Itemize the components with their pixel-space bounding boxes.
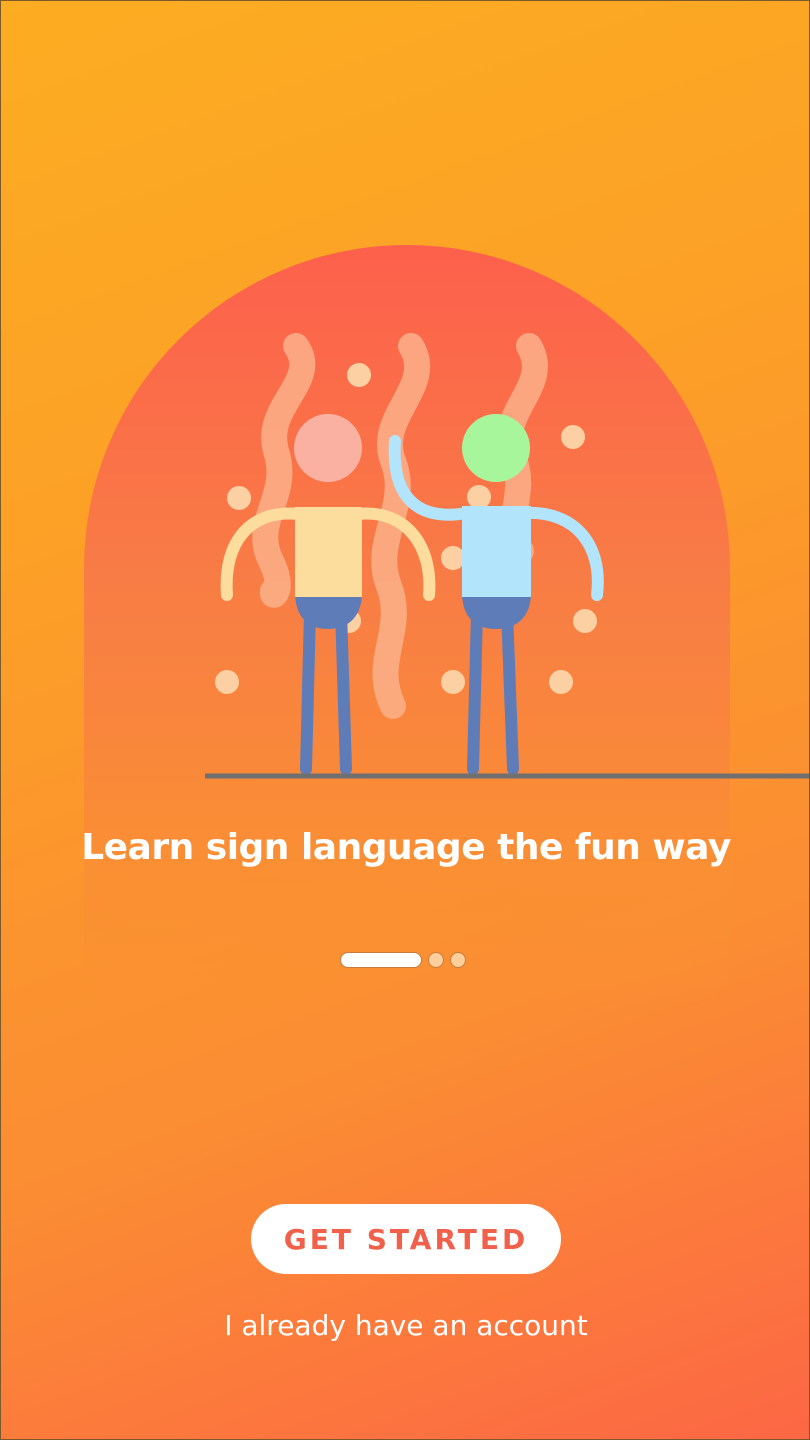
page-dot[interactable]	[428, 952, 444, 968]
confetti-dot	[441, 670, 465, 694]
page-dot-active[interactable]	[340, 952, 422, 968]
confetti-dot	[549, 670, 573, 694]
confetti-dot	[561, 425, 585, 449]
page-dot[interactable]	[450, 952, 466, 968]
onboarding-screen: Learn sign language the fun way GET STAR…	[0, 0, 810, 1440]
get-started-button[interactable]: GET STARTED	[251, 1204, 561, 1274]
confetti-dot	[227, 486, 251, 510]
sign-language-illustration	[205, 333, 809, 779]
confetti-dot	[215, 670, 239, 694]
onboarding-headline: Learn sign language the fun way	[81, 827, 731, 868]
confetti-dot	[347, 363, 371, 387]
confetti-dot	[573, 609, 597, 633]
confetti-dot	[441, 546, 465, 570]
confetti-dot	[467, 485, 491, 509]
already-have-account-link[interactable]: I already have an account	[1, 1309, 809, 1342]
page-indicator	[340, 952, 466, 968]
